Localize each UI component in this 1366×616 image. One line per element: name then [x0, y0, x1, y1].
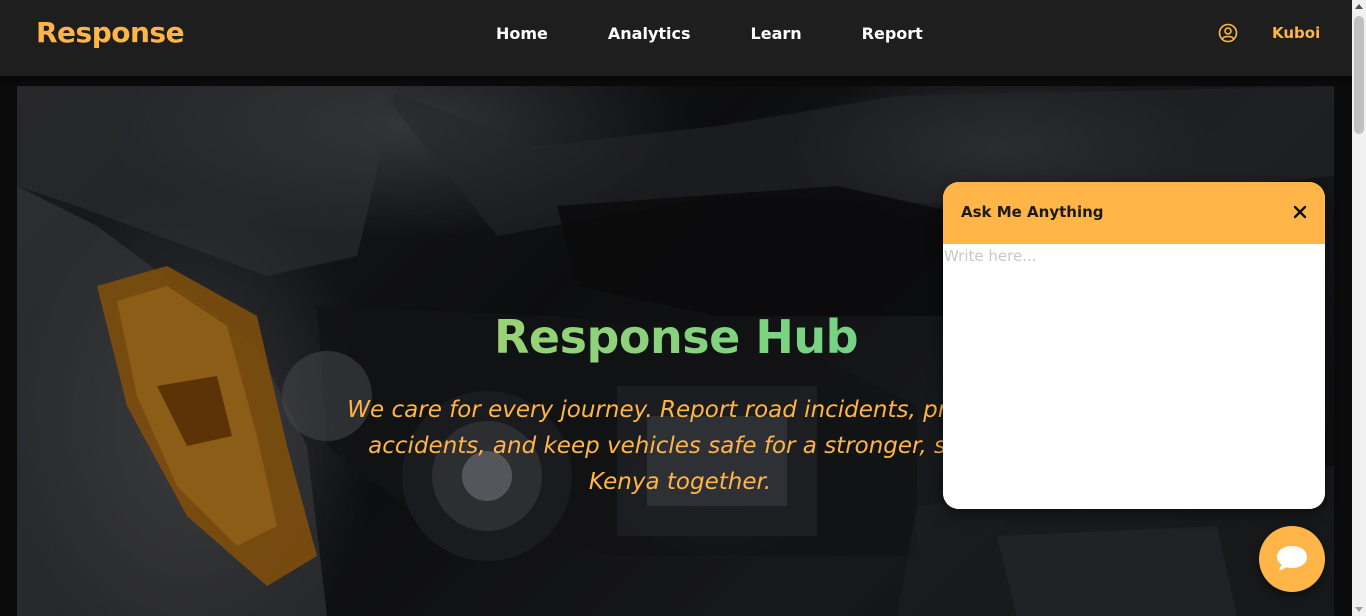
chat-toggle-button[interactable]	[1259, 526, 1325, 592]
nav-link-analytics[interactable]: Analytics	[608, 24, 691, 43]
user-menu[interactable]: Kuboi	[1218, 23, 1320, 43]
chat-panel: Ask Me Anything	[943, 182, 1325, 509]
chat-title: Ask Me Anything	[961, 203, 1104, 221]
page-scrollbar[interactable]	[1352, 0, 1366, 616]
chat-bubble-icon	[1277, 546, 1307, 571]
user-name[interactable]: Kuboi	[1272, 24, 1320, 42]
hero-subtitle: We care for every journey. Report road i…	[347, 397, 1013, 495]
scroll-up-arrow-icon[interactable]	[1355, 3, 1363, 11]
brand-logo[interactable]: Response	[36, 16, 185, 49]
main-nav: Home Analytics Learn Report	[496, 24, 983, 43]
nav-link-report[interactable]: Report	[862, 24, 923, 43]
chat-input[interactable]	[943, 244, 1325, 509]
close-icon[interactable]	[1291, 203, 1309, 221]
nav-link-learn[interactable]: Learn	[751, 24, 802, 43]
scroll-thumb[interactable]	[1354, 16, 1364, 134]
chat-header: Ask Me Anything	[943, 182, 1325, 244]
scroll-down-arrow-icon[interactable]	[1355, 605, 1363, 613]
user-circle-icon[interactable]	[1218, 23, 1238, 43]
navbar: Response Home Analytics Learn Report Kub…	[0, 0, 1352, 76]
nav-link-home[interactable]: Home	[496, 24, 548, 43]
